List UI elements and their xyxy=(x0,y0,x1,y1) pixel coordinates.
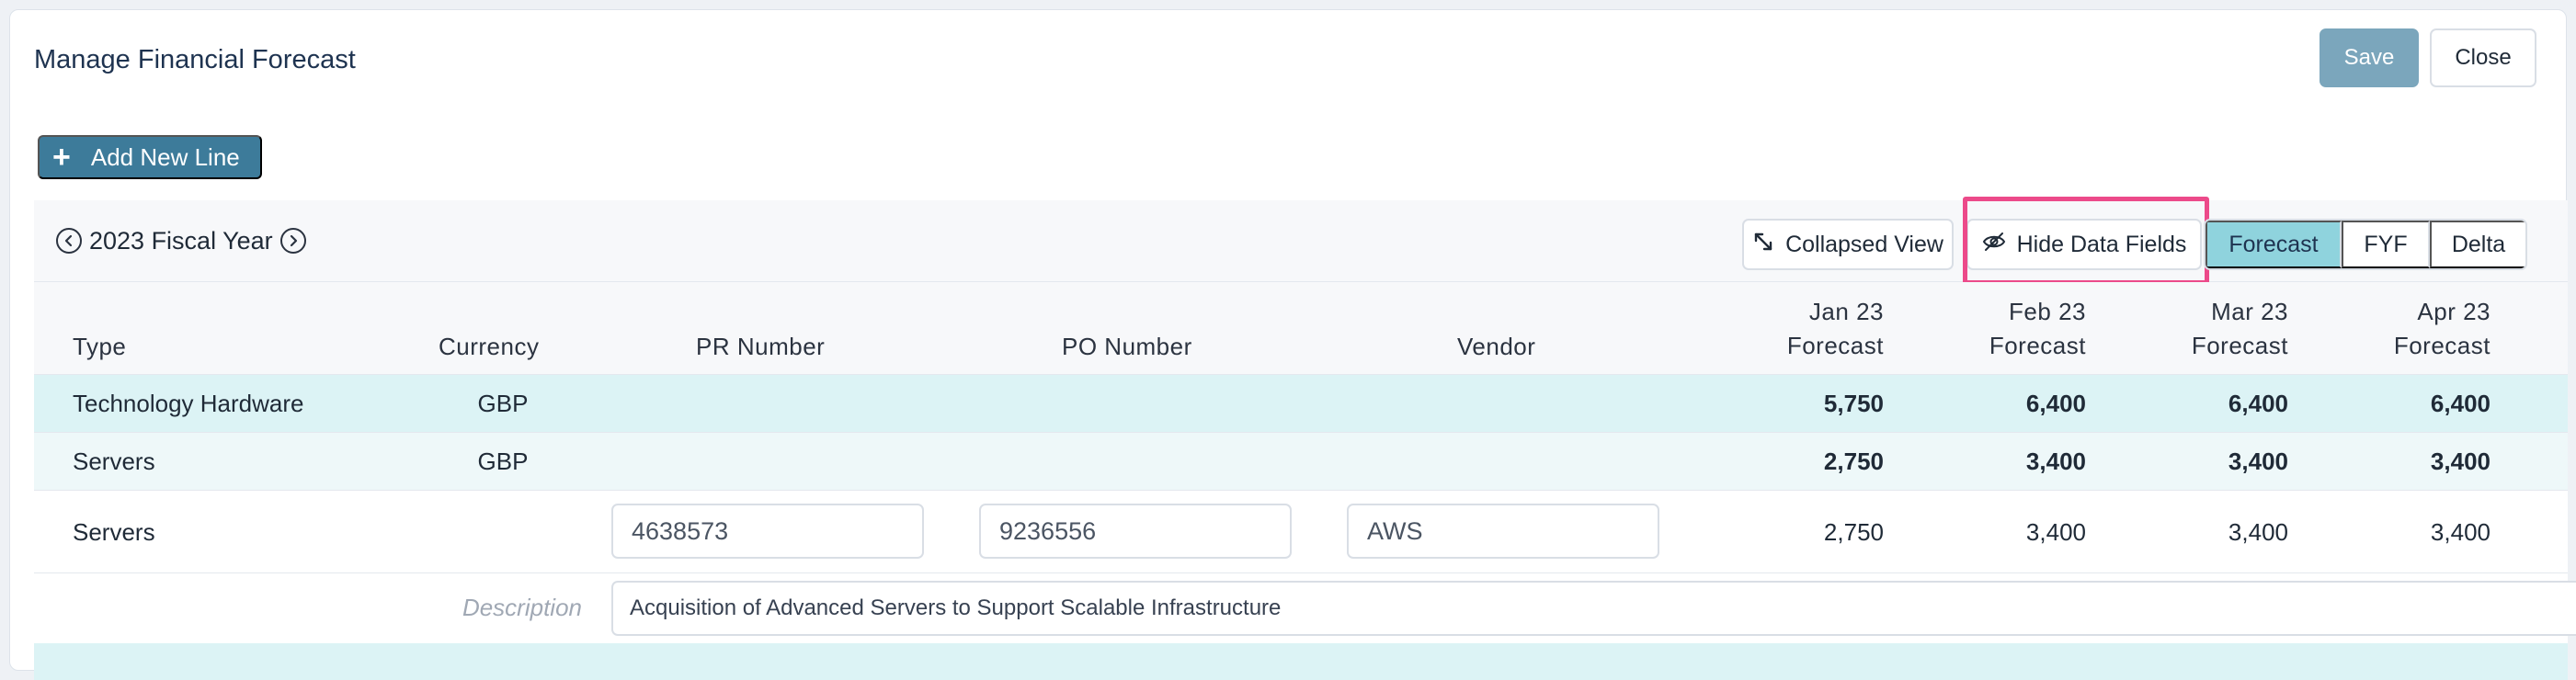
column-header-po-number: PO Number xyxy=(1062,333,1192,360)
page-title: Manage Financial Forecast xyxy=(34,45,356,74)
row-currency: GBP xyxy=(477,390,529,417)
add-new-line-button[interactable]: + Add New Line xyxy=(38,135,262,179)
row-value-jan: 2,750 xyxy=(1823,518,1884,546)
row-value-jan: 5,750 xyxy=(1823,390,1884,417)
row-type: Servers xyxy=(73,518,155,546)
column-header-pr-number: PR Number xyxy=(696,333,826,360)
pr-number-input[interactable] xyxy=(611,504,924,559)
table-row-subgroup[interactable]: Servers GBP 2,750 3,400 3,400 3,400 xyxy=(34,433,2568,491)
description-row: Description xyxy=(34,573,2576,643)
view-forecast-button[interactable]: Forecast xyxy=(2206,221,2342,268)
row-value-mar: 3,400 xyxy=(2228,448,2288,475)
column-header-vendor: Vendor xyxy=(1457,333,1536,360)
table-row-line-item[interactable]: Servers 2,750 3,400 3,400 3,400 xyxy=(34,491,2568,573)
row-value-mar: 6,400 xyxy=(2228,390,2288,417)
table-header: Type Currency PR Number PO Number Vendor… xyxy=(34,282,2568,375)
collapsed-view-label: Collapsed View xyxy=(1785,231,1943,257)
close-button[interactable]: Close xyxy=(2430,28,2536,87)
forecast-panel: Manage Financial Forecast Save Close + A… xyxy=(9,9,2576,680)
row-value-feb: 3,400 xyxy=(2025,448,2086,475)
column-header-feb: Feb 23 Forecast xyxy=(1989,298,2086,359)
row-value-apr: 6,400 xyxy=(2430,390,2491,417)
column-header-type: Type xyxy=(73,333,127,360)
grid-toolbar: 2023 Fiscal Year Collapsed View Hide Dat… xyxy=(34,197,2568,285)
row-value-apr: 3,400 xyxy=(2430,518,2491,546)
row-value-apr: 3,400 xyxy=(2430,448,2491,475)
row-value-feb: 3,400 xyxy=(2025,518,2086,546)
forecast-grid: 2023 Fiscal Year Collapsed View Hide Dat… xyxy=(34,197,2576,680)
description-label: Description xyxy=(462,594,582,621)
eye-off-icon xyxy=(1982,232,2006,258)
hide-data-fields-label: Hide Data Fields xyxy=(2016,231,2187,257)
chevron-right-icon[interactable] xyxy=(279,228,306,254)
po-number-input[interactable] xyxy=(979,504,1292,559)
row-value-mar: 3,400 xyxy=(2228,518,2288,546)
add-new-line-label: Add New Line xyxy=(90,142,240,171)
vendor-input[interactable] xyxy=(1347,504,1659,559)
row-value-feb: 6,400 xyxy=(2025,390,2086,417)
table-row-next[interactable] xyxy=(34,643,2568,680)
hide-data-fields-button[interactable]: Hide Data Fields xyxy=(1966,219,2202,270)
row-value-jan: 2,750 xyxy=(1823,448,1884,475)
column-header-mar: Mar 23 Forecast xyxy=(2191,298,2288,359)
column-header-currency: Currency xyxy=(439,333,540,360)
view-delta-button[interactable]: Delta xyxy=(2430,221,2525,268)
description-input[interactable] xyxy=(611,581,2576,636)
fiscal-year-label: 2023 Fiscal Year xyxy=(89,226,273,255)
collapsed-view-button[interactable]: Collapsed View xyxy=(1742,219,1954,270)
collapse-arrows-icon xyxy=(1752,231,1774,259)
row-currency: GBP xyxy=(477,448,529,475)
column-header-apr: Apr 23 Forecast xyxy=(2393,298,2491,359)
chevron-left-icon[interactable] xyxy=(56,228,82,254)
plus-icon: + xyxy=(52,140,71,175)
fiscal-year-nav: 2023 Fiscal Year xyxy=(56,224,306,257)
view-fyf-button[interactable]: FYF xyxy=(2342,221,2430,268)
column-header-jan: Jan 23 Forecast xyxy=(1786,298,1884,359)
row-type: Servers xyxy=(73,448,155,475)
view-toggle: Forecast FYF Delta xyxy=(2204,219,2527,270)
table-row-group[interactable]: Technology Hardware GBP 5,750 6,400 6,40… xyxy=(34,375,2568,433)
row-type: Technology Hardware xyxy=(73,390,304,417)
save-button[interactable]: Save xyxy=(2320,28,2419,87)
